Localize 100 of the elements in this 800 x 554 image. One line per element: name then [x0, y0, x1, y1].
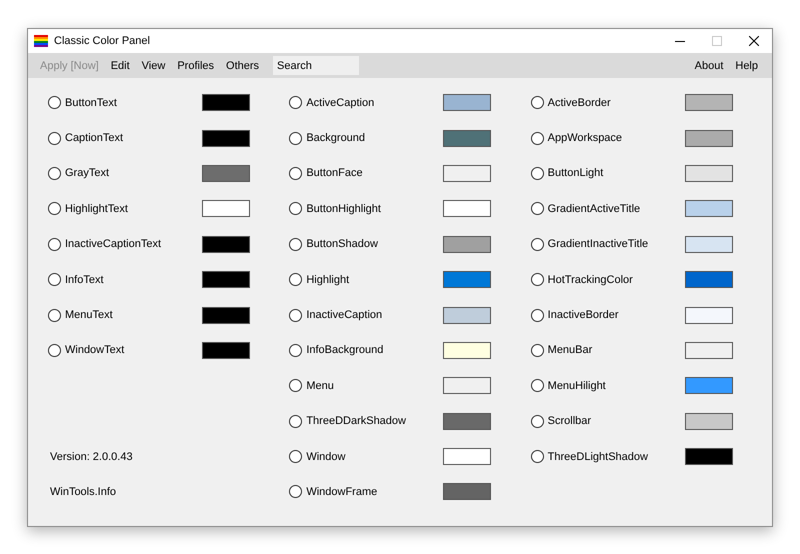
color-name: ButtonHighlight — [306, 202, 382, 215]
color-swatch[interactable] — [684, 412, 733, 430]
minimize-icon — [674, 40, 684, 42]
color-swatch[interactable] — [684, 377, 733, 394]
color-swatch[interactable] — [684, 94, 733, 112]
color-swatch[interactable] — [202, 200, 250, 218]
radio-button[interactable] — [289, 96, 302, 110]
radio-button[interactable] — [289, 414, 302, 428]
radio-button[interactable] — [289, 238, 302, 251]
color-name: InactiveCaptionText — [65, 238, 162, 250]
radio-button[interactable] — [530, 344, 544, 357]
color-name: ButtonFace — [306, 167, 364, 180]
radio-button[interactable] — [530, 96, 544, 110]
color-swatch[interactable] — [202, 130, 250, 147]
color-swatch[interactable] — [443, 236, 492, 253]
color-name: MenuHilight — [548, 380, 607, 392]
color-swatch[interactable] — [202, 94, 250, 112]
color-name: ThreeDLightShadow — [548, 450, 649, 463]
menu-item[interactable]: View — [136, 56, 172, 74]
color-name: AppWorkspace — [548, 132, 624, 144]
color-name: GradientInactiveTitle — [548, 238, 650, 250]
radio-button[interactable] — [530, 450, 544, 464]
radio-button[interactable] — [530, 308, 544, 322]
color-swatch[interactable] — [443, 271, 492, 288]
color-name: Menu — [306, 380, 335, 392]
menu-item[interactable]: Profiles — [171, 56, 220, 74]
radio-button[interactable] — [48, 132, 61, 145]
radio-button[interactable] — [530, 379, 544, 392]
radio-button[interactable] — [530, 166, 544, 180]
color-name: InactiveBorder — [548, 309, 620, 322]
radio-button[interactable] — [530, 414, 544, 428]
radio-button[interactable] — [530, 238, 544, 251]
radio-button[interactable] — [289, 344, 302, 357]
color-name: GradientActiveTitle — [548, 202, 642, 215]
color-swatch[interactable] — [443, 412, 492, 430]
color-swatch[interactable] — [202, 236, 250, 253]
radio-button[interactable] — [48, 308, 61, 322]
color-swatch[interactable] — [443, 200, 492, 218]
rainbow-icon — [34, 35, 48, 47]
color-swatch[interactable] — [443, 94, 492, 112]
color-name: ThreeDDarkShadow — [306, 415, 407, 428]
menu-item[interactable]: Help — [729, 56, 764, 74]
radio-button[interactable] — [289, 379, 302, 392]
color-name: HighlightText — [65, 202, 129, 215]
color-swatch[interactable] — [443, 164, 492, 182]
radio-button[interactable] — [289, 132, 302, 145]
color-swatch[interactable] — [684, 306, 733, 324]
menu-item[interactable]: Edit — [104, 56, 136, 74]
radio-button[interactable] — [530, 273, 544, 286]
search-field[interactable]: Search — [273, 56, 360, 75]
radio-button[interactable] — [48, 273, 61, 286]
menu-item[interactable]: Others — [220, 56, 266, 74]
color-name: ActiveBorder — [548, 96, 612, 109]
color-name: InfoText — [65, 274, 105, 286]
color-name: ButtonText — [65, 96, 118, 109]
color-swatch[interactable] — [443, 306, 492, 324]
radio-button[interactable] — [48, 202, 61, 216]
color-swatch[interactable] — [684, 164, 733, 182]
color-swatch[interactable] — [443, 130, 492, 147]
color-name: Window — [306, 450, 346, 463]
color-name: Scrollbar — [548, 415, 592, 428]
close-icon — [748, 36, 758, 46]
color-swatch[interactable] — [202, 306, 250, 324]
radio-button[interactable] — [48, 344, 61, 357]
color-name: InfoBackground — [306, 344, 384, 356]
color-name: WindowText — [65, 344, 126, 356]
radio-button[interactable] — [289, 202, 302, 216]
color-name: HotTrackingColor — [548, 274, 634, 286]
footer-text: Version: 2.0.0.43 — [49, 450, 133, 463]
color-swatch[interactable] — [684, 271, 733, 288]
color-swatch[interactable] — [684, 448, 733, 466]
radio-button[interactable] — [289, 485, 302, 498]
color-swatch[interactable] — [202, 271, 250, 288]
radio-button[interactable] — [530, 202, 544, 216]
color-swatch[interactable] — [443, 483, 492, 500]
color-swatch[interactable] — [443, 448, 492, 466]
color-swatch[interactable] — [684, 130, 733, 147]
color-name: MenuBar — [548, 344, 594, 356]
radio-button[interactable] — [530, 132, 544, 145]
color-swatch[interactable] — [202, 164, 250, 182]
radio-button[interactable] — [48, 96, 61, 110]
radio-button[interactable] — [289, 308, 302, 322]
color-swatch[interactable] — [443, 342, 492, 359]
color-swatch[interactable] — [684, 200, 733, 218]
radio-button[interactable] — [289, 273, 302, 286]
color-name: WindowFrame — [306, 486, 378, 498]
window-title: Classic Color Panel — [54, 35, 151, 47]
menu-item[interactable]: About — [688, 56, 730, 74]
footer-text: WinTools.Info — [49, 486, 116, 498]
color-swatch[interactable] — [202, 342, 250, 359]
radio-button[interactable] — [48, 166, 61, 180]
color-name: CaptionText — [65, 132, 124, 144]
color-swatch[interactable] — [684, 236, 733, 253]
radio-button[interactable] — [289, 450, 302, 464]
color-name: ActiveCaption — [306, 96, 376, 109]
color-swatch[interactable] — [443, 377, 492, 394]
color-swatch[interactable] — [684, 342, 733, 359]
radio-button[interactable] — [48, 238, 61, 251]
color-name: Highlight — [306, 274, 350, 286]
radio-button[interactable] — [289, 166, 302, 180]
